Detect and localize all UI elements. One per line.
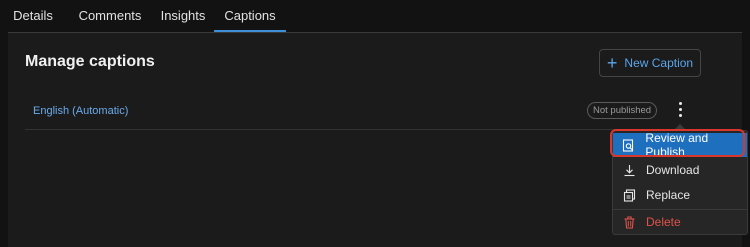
- status-badge: Not published: [587, 102, 658, 119]
- menu-item-review-and-publish[interactable]: Review and Publish: [613, 131, 747, 159]
- plus-icon: +: [606, 53, 618, 73]
- tab-insights[interactable]: Insights: [156, 0, 210, 32]
- more-options-icon[interactable]: [675, 101, 687, 119]
- trash-icon: [621, 214, 637, 230]
- review-icon: [621, 137, 636, 153]
- new-caption-label: New Caption: [624, 56, 694, 70]
- captions-screen: Details Comments Insights Captions Manag…: [0, 0, 750, 247]
- menu-item-delete[interactable]: Delete: [613, 210, 747, 234]
- menu-item-label: Replace: [646, 188, 691, 202]
- menu-item-label: Download: [646, 163, 700, 177]
- tab-bar: Details Comments Insights Captions: [8, 0, 742, 33]
- new-caption-button[interactable]: + New Caption: [599, 49, 701, 77]
- caption-language-link[interactable]: English (Automatic): [33, 105, 128, 117]
- replace-icon: [621, 187, 637, 203]
- menu-item-label: Delete: [646, 215, 681, 229]
- page-title: Manage captions: [25, 53, 155, 70]
- menu-item-download[interactable]: Download: [613, 158, 747, 182]
- tab-comments[interactable]: Comments: [74, 0, 146, 32]
- download-icon: [621, 162, 637, 178]
- caption-actions-menu: Review and Publish Download Replace Dele…: [612, 130, 748, 235]
- menu-item-label: Review and Publish: [645, 131, 709, 159]
- tab-captions[interactable]: Captions: [214, 0, 286, 32]
- caption-row: English (Automatic) Not published: [25, 97, 705, 130]
- tab-details[interactable]: Details: [8, 0, 58, 32]
- menu-item-replace[interactable]: Replace: [613, 183, 747, 207]
